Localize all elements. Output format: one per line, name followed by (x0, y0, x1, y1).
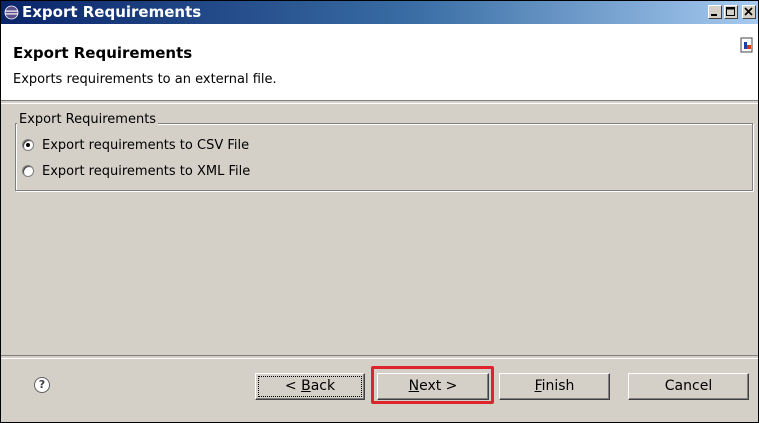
banner-divider (1, 100, 758, 104)
next-button-highlight (371, 366, 494, 404)
export-options-group (15, 123, 753, 191)
group-legend: Export Requirements (17, 112, 159, 127)
maximize-icon (726, 7, 735, 16)
minimize-icon (711, 14, 717, 16)
option-csv[interactable]: Export requirements to CSV File (22, 136, 249, 154)
finish-mnemonic: F (534, 378, 542, 394)
option-xml[interactable]: Export requirements to XML File (22, 162, 250, 180)
close-icon (744, 7, 753, 16)
back-mnemonic: B (301, 378, 311, 394)
back-prefix: < (284, 378, 302, 394)
wizard-banner: Export Requirements Exports requirements… (1, 24, 758, 100)
finish-button[interactable]: Finish (499, 373, 610, 400)
window-title: Export Requirements (22, 3, 202, 21)
button-bar-divider (1, 355, 758, 359)
radio-xml[interactable] (22, 165, 34, 177)
radio-selected-dot (26, 143, 30, 147)
cancel-button[interactable]: Cancel (628, 373, 749, 400)
eclipse-icon (4, 5, 19, 20)
back-button[interactable]: < Back (255, 373, 365, 400)
page-title: Export Requirements (13, 44, 193, 62)
option-xml-label: Export requirements to XML File (42, 163, 251, 179)
title-bar[interactable]: Export Requirements (1, 1, 758, 24)
help-icon[interactable]: ? (34, 377, 50, 393)
export-requirements-dialog: Export Requirements Export Requirements … (0, 0, 759, 423)
option-csv-label: Export requirements to CSV File (42, 137, 250, 153)
page-description: Exports requirements to an external file… (13, 72, 277, 87)
finish-rest: inish (541, 378, 575, 394)
close-button[interactable] (742, 5, 756, 19)
minimize-button[interactable] (708, 5, 722, 19)
maximize-button[interactable] (724, 5, 738, 19)
export-file-icon (740, 37, 753, 53)
radio-csv[interactable] (22, 139, 34, 151)
back-rest: ack (310, 378, 336, 394)
